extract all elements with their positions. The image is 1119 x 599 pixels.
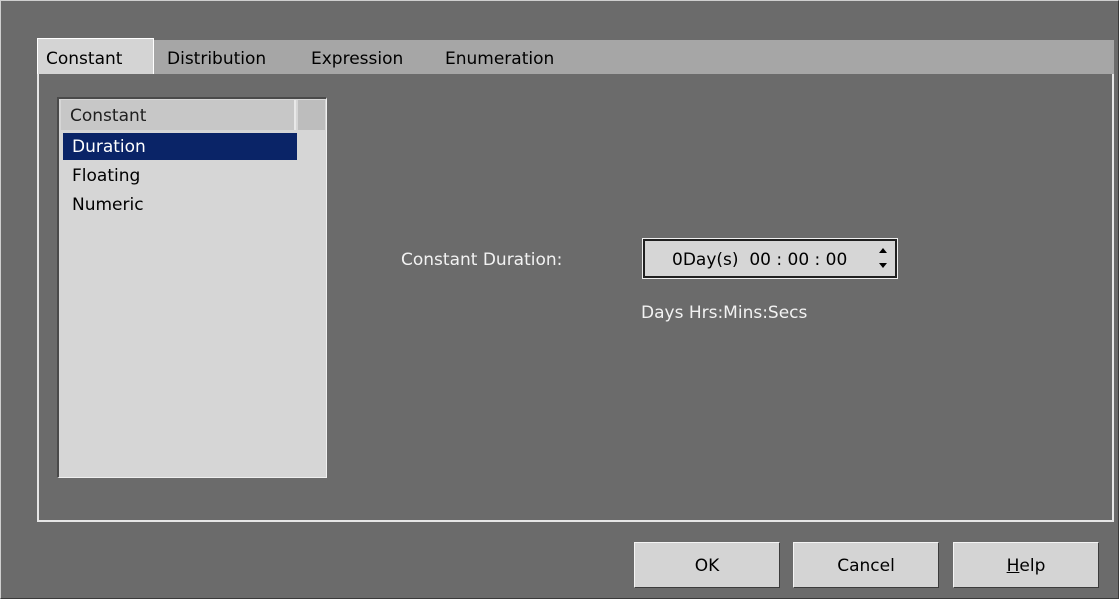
tab-constant[interactable]: Constant [37,38,154,74]
duration-format-hint: Days Hrs:Mins:Secs [641,303,808,323]
cancel-button[interactable]: Cancel [793,542,939,588]
duration-days: 0 [672,250,683,270]
constant-duration-label: Constant Duration: [401,250,563,270]
spin-down-icon[interactable] [879,263,887,268]
tab-expression[interactable]: Expression [311,40,403,74]
tab-distribution[interactable]: Distribution [167,40,266,74]
duration-days-unit: Day(s) [682,250,739,270]
list-header-filler [298,100,325,130]
duration-value[interactable]: 0Day(s) 00 : 00 : 00 [672,241,847,276]
tab-enumeration[interactable]: Enumeration [445,40,554,74]
list-item-numeric[interactable]: Numeric [63,191,297,218]
ok-button[interactable]: OK [634,542,780,588]
help-mnemonic: H [1006,556,1020,576]
dialog-window: Constant Distribution Expression Enumera… [0,0,1119,599]
spinner-arrows[interactable] [878,247,888,271]
list-column-header[interactable]: Constant [61,100,296,130]
list-item-duration[interactable]: Duration [63,133,297,160]
tab-strip: Constant Distribution Expression Enumera… [37,38,1114,74]
list-item-floating[interactable]: Floating [63,162,297,189]
help-label: elp [1019,556,1046,576]
duration-time: 00 : 00 : 00 [749,250,848,270]
help-button[interactable]: Help [953,542,1099,588]
duration-spinner[interactable]: 0Day(s) 00 : 00 : 00 [642,238,898,279]
spin-up-icon[interactable] [879,248,887,253]
duration-spinner-field[interactable]: 0Day(s) 00 : 00 : 00 [645,241,895,276]
constant-type-list[interactable]: Constant Duration Floating Numeric [57,97,327,478]
